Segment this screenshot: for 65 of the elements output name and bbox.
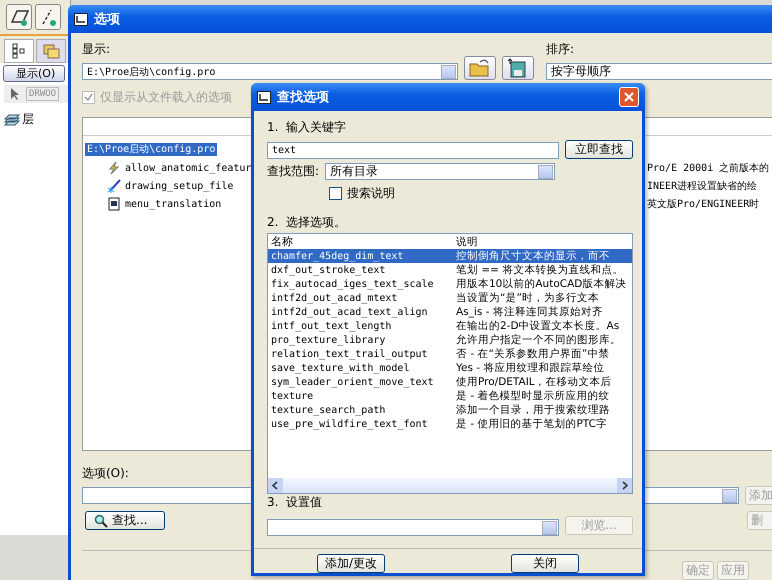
step-label: 2. 选择选项。 (267, 214, 348, 231)
list-row[interactable]: texture 是 - 着色模型时显示所应用的纹 (268, 389, 632, 403)
display-menu-button[interactable]: 显示(O) (3, 65, 65, 82)
list-row[interactable]: intf2d_out_acad_mtext 当设置为“是”时，为多行文本 (268, 291, 632, 305)
scroll-right-icon[interactable] (617, 478, 632, 493)
close-button[interactable] (619, 87, 639, 107)
search-icon (94, 514, 108, 528)
find-now-button[interactable]: 立即查找 (565, 140, 633, 159)
list-row[interactable]: save_texture_with_model Yes - 将应用纹理和跟踪草绘位 (268, 361, 632, 375)
window-title: 选项 (94, 11, 120, 28)
close-icon[interactable] (624, 92, 634, 102)
keyword-field[interactable]: text (267, 142, 559, 159)
sort-field[interactable]: 按字母顺序 (546, 63, 772, 80)
find-button[interactable]: 查找... (85, 511, 165, 530)
display-label: 显示: (82, 41, 112, 58)
option-label: 选项(O): (82, 465, 130, 482)
tree-item[interactable]: drawing_setup_file (125, 180, 234, 192)
sort-label: 排序: (546, 41, 576, 58)
add-change-button[interactable]: 添加/更改 (317, 554, 385, 573)
list-row[interactable]: dxf_out_stroke_text 笔划 == 将文本转换为直线和点。 (268, 263, 632, 277)
step-label: 1. 输入关键字 (267, 119, 348, 136)
step-label: 3. 设置值 (267, 494, 324, 511)
value-combobox[interactable] (267, 519, 559, 536)
list-row[interactable]: pro_texture_library 允许用户指定一个不同的图形库。 (268, 333, 632, 347)
list-row[interactable]: chamfer_45deg_dim_text 控制倒角尺寸文本的显示，而不 (268, 249, 632, 263)
list-row[interactable]: fix_autocad_iges_text_scale 用版本10以前的AutoCAD版本解决 (268, 277, 632, 291)
axis-visibility-icon[interactable] (35, 4, 61, 30)
pointer-arrow-icon[interactable] (10, 87, 20, 101)
list-row[interactable]: use_pre_wildfire_text_font 是 - 使用旧的基于笔划的PTC字 (268, 417, 632, 431)
option-description: INEER进程设置缺省的绘 (647, 180, 758, 193)
tree-icon[interactable] (12, 43, 26, 59)
scope-label: 查找范围: (267, 163, 320, 180)
checkbox[interactable] (329, 187, 342, 200)
plane-visibility-icon[interactable] (6, 4, 32, 30)
scroll-left-icon[interactable] (268, 478, 283, 493)
lightning-icon (107, 161, 121, 175)
book-icon (107, 197, 121, 211)
column-header[interactable]: 说明 (456, 234, 478, 248)
list-row[interactable]: intf_out_text_length 在输出的2-D中设置文本长度。As (268, 319, 632, 333)
list-row[interactable]: intf2d_out_acad_text_align As_is - 将注释连同其原始对齐 (268, 305, 632, 319)
window-icon (257, 90, 271, 104)
option-description: Pro/E 2000i 之前版本的 (647, 162, 770, 175)
list-row[interactable]: sym_leader_orient_move_text 使用Pro/DETAIL，在移动文本后 (268, 375, 632, 389)
window-icon (74, 12, 88, 26)
folder-tab[interactable] (36, 39, 66, 63)
open-folder-icon[interactable] (464, 56, 496, 80)
checkbox-label: 仅显示从文件载入的选项 (100, 89, 232, 106)
close-dialog-button[interactable]: 关闭 (511, 554, 579, 573)
checkbox-label: 搜索说明 (347, 185, 395, 202)
model-tree-tab[interactable] (4, 39, 34, 63)
layers-icon (4, 114, 20, 126)
option-description: 英文版Pro/ENGINEER时 (647, 198, 760, 211)
layer-item[interactable]: 层 (22, 111, 34, 128)
display-file-combobox[interactable]: E:\Proe启动\config.pro (82, 63, 458, 80)
tree-item[interactable]: menu_translation (125, 198, 222, 210)
tree-item[interactable]: allow_anatomic_featur (125, 162, 252, 174)
column-header[interactable]: 名称 (271, 234, 456, 249)
horizontal-scrollbar[interactable] (268, 478, 632, 493)
tree-root-item[interactable]: E:\Proe启动\config.pro (85, 143, 218, 156)
list-row[interactable]: relation_text_trail_output 否 - 在“关系参数用户界面”中禁 (268, 347, 632, 361)
list-row[interactable]: texture_search_path 添加一个目录，用于搜索纹理路 (268, 403, 632, 417)
pen-star-icon (107, 179, 121, 193)
scope-combobox[interactable]: 所有目录 (325, 163, 556, 180)
folders-icon[interactable] (42, 43, 60, 59)
dialog-title: 查找选项 (277, 89, 329, 106)
